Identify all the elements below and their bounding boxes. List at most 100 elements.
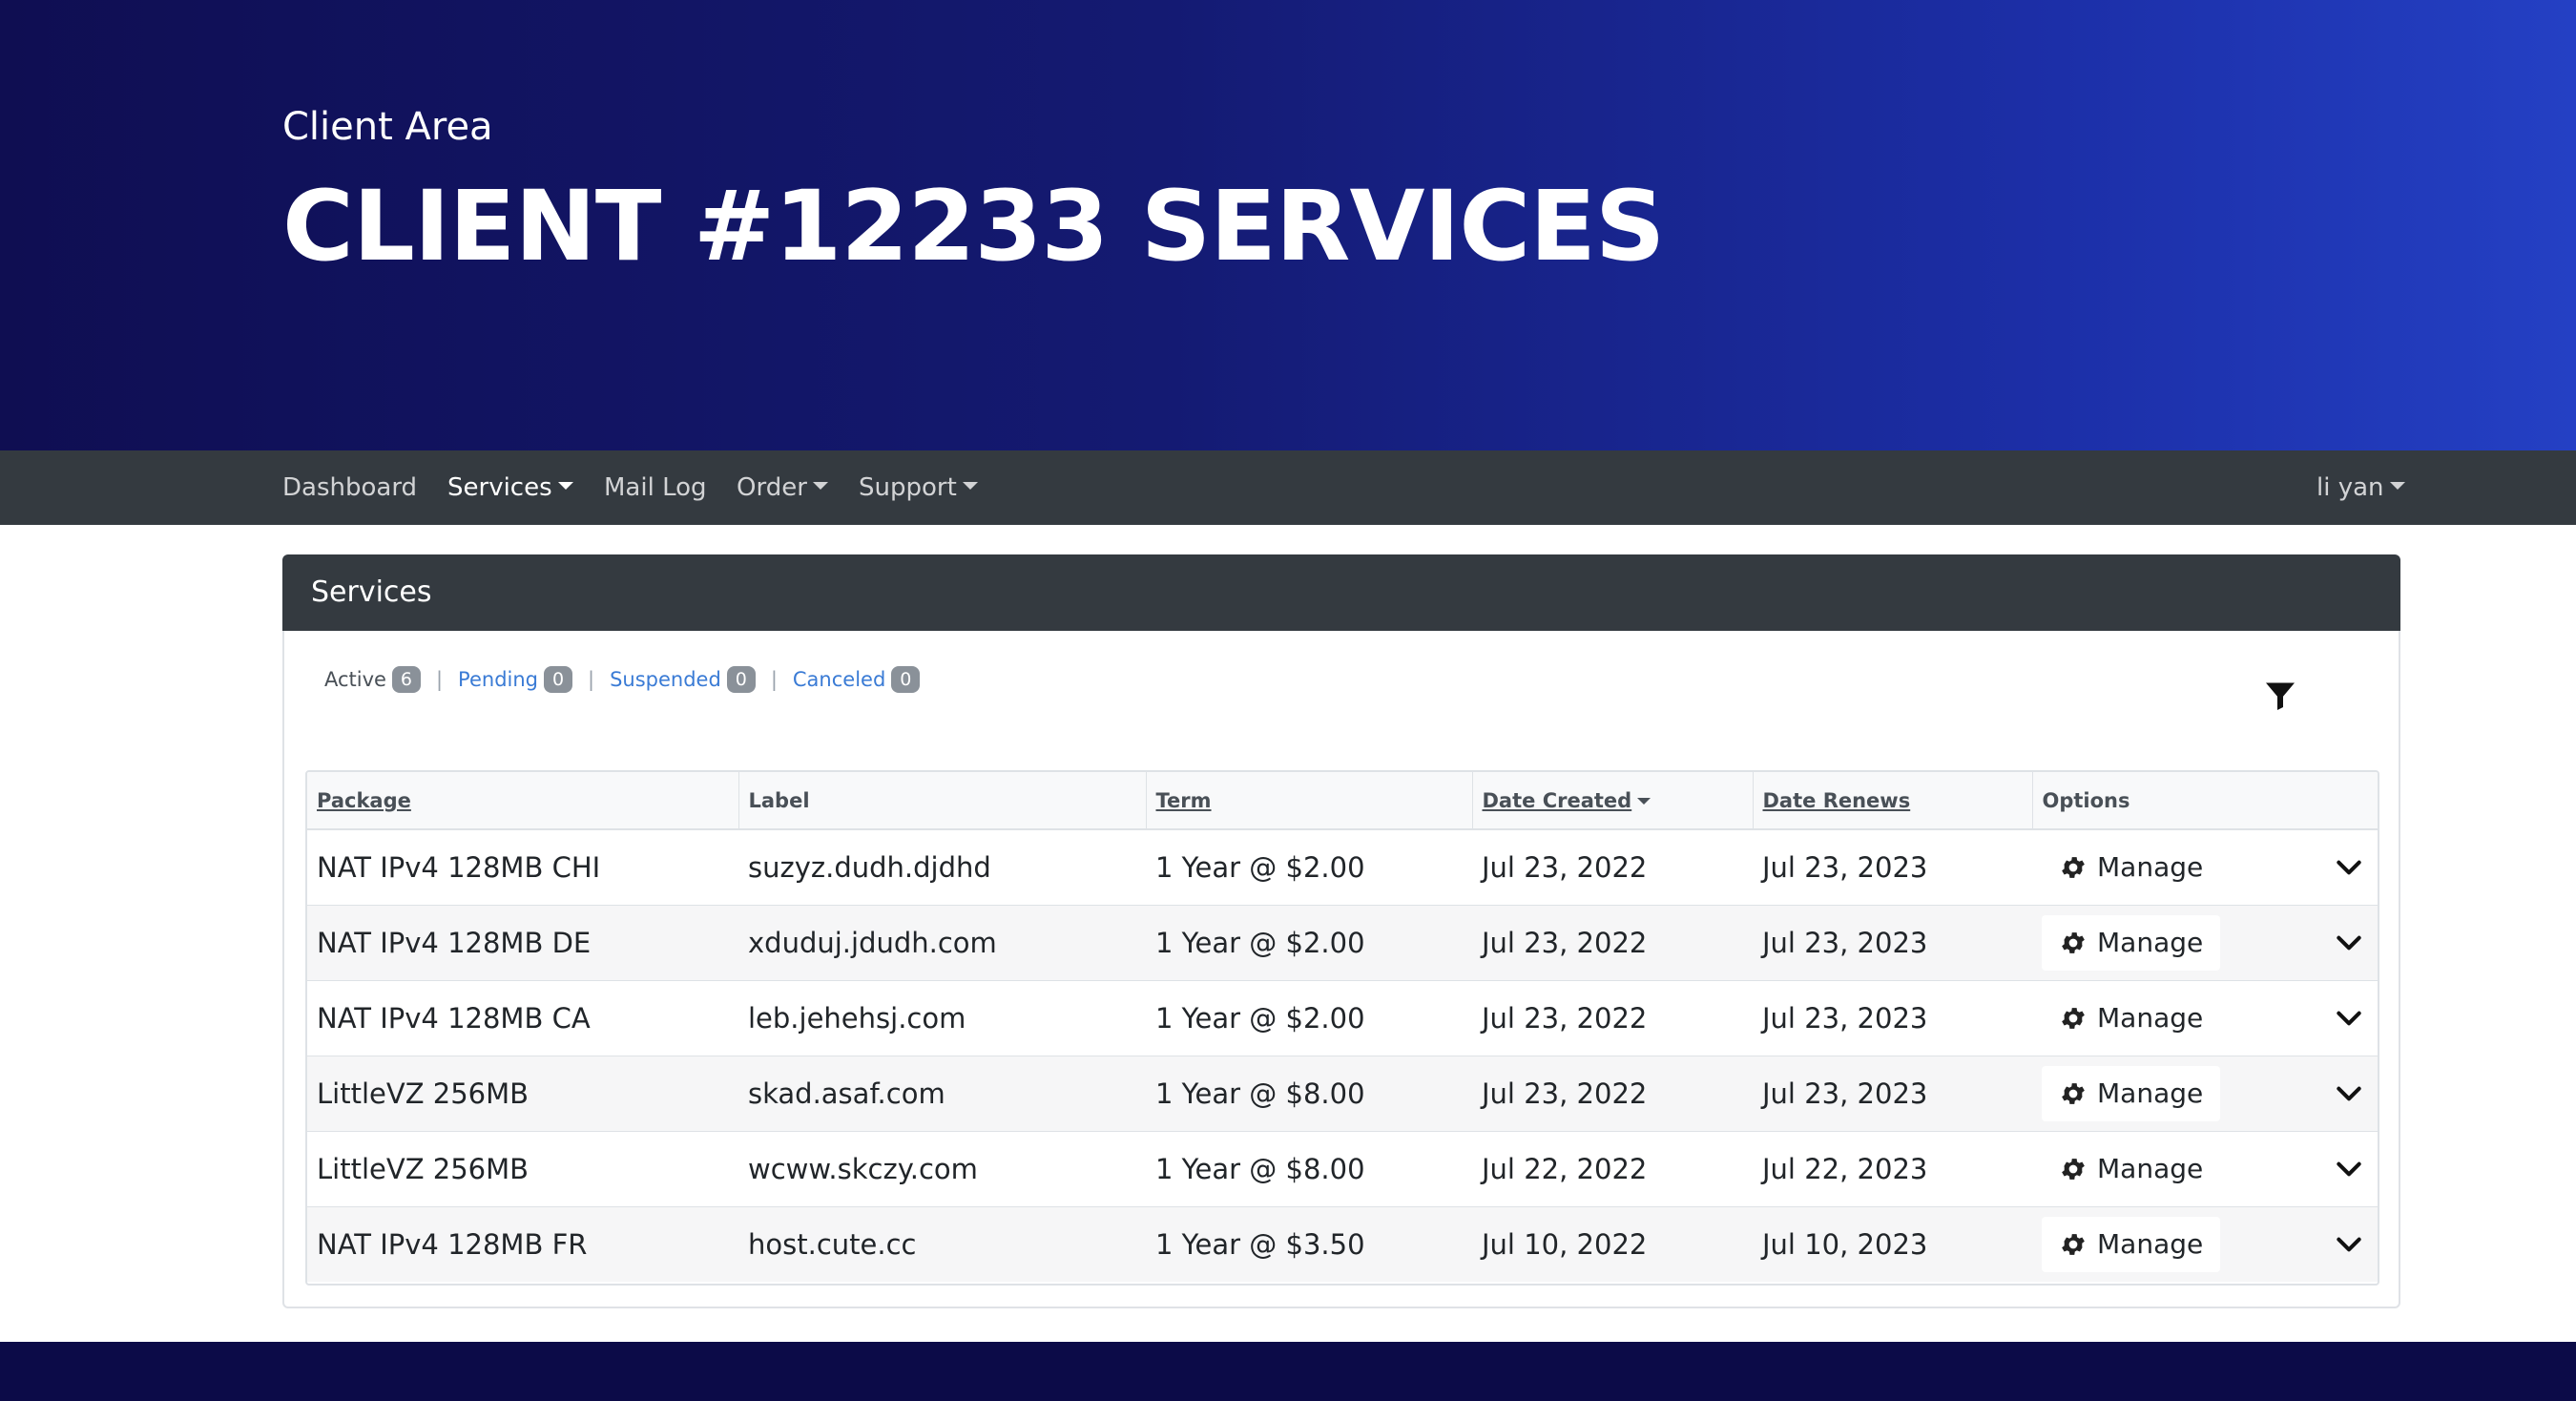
cell-term: 1 Year @ $2.00 [1155, 850, 1365, 884]
cell-label: leb.jehehsj.com [738, 979, 1146, 1056]
header-date-created-label: Date Created [1482, 788, 1632, 812]
chevron-down-icon[interactable] [2334, 1229, 2364, 1260]
gear-icon [2062, 1233, 2085, 1255]
filter-suspended[interactable]: Suspended 0 [610, 666, 756, 693]
cell-term: 1 Year @ $8.00 [1146, 1130, 1472, 1206]
gear-icon [2062, 856, 2085, 878]
cell-package: NAT IPv4 128MB CHI [317, 850, 601, 884]
hero-banner: Client Area CLIENT #12233 SERVICES [0, 0, 2576, 450]
header-term-label: Term [1155, 788, 1212, 812]
filter-pending-label: Pending [458, 668, 538, 691]
header-package-label: Package [317, 788, 411, 812]
cell-package: LittleVZ 256MB [307, 1055, 738, 1131]
chevron-down-icon[interactable] [2334, 1078, 2364, 1109]
filter-icon[interactable] [2263, 679, 2297, 713]
table-row: NAT IPv4 128MB FR host.cute.cc 1 Year @ $3… [307, 1205, 2378, 1282]
cell-created: Jul 23, 2022 [1472, 1055, 1753, 1131]
filter-separator: | [435, 668, 444, 691]
manage-button[interactable]: Manage [2042, 1065, 2221, 1121]
nav-order[interactable]: Order [737, 450, 828, 525]
user-name: li yan [2316, 473, 2384, 502]
manage-button[interactable]: Manage [2042, 991, 2220, 1046]
count-badge: 6 [391, 666, 421, 693]
caret-down-icon [2389, 482, 2405, 490]
card-title: Services [311, 575, 432, 609]
filter-canceled[interactable]: Canceled 0 [792, 666, 921, 693]
filter-active-label: Active [324, 668, 386, 691]
manage-button[interactable]: Manage [2042, 1216, 2221, 1272]
cell-label: xduduj.jdudh.com [738, 904, 1146, 980]
header-date-renews[interactable]: Date Renews [1753, 772, 2033, 830]
cell-term: 1 Year @ $2.00 [1146, 904, 1472, 980]
cell-created: Jul 23, 2022 [1482, 850, 1648, 884]
nav-dashboard[interactable]: Dashboard [282, 450, 417, 525]
cell-options: Manage [2032, 979, 2378, 1056]
nav-dashboard-label: Dashboard [282, 473, 418, 502]
cell-renews: Jul 23, 2023 [1762, 850, 1928, 884]
table-header-row: Package Label Term Date Created Date Ren… [307, 772, 2378, 830]
nav-support-label: Support [859, 473, 957, 502]
cell-package: LittleVZ 256MB [307, 1130, 738, 1206]
cell-options: Manage [2032, 1130, 2378, 1206]
table-row: NAT IPv4 128MB DE xduduj.jdudh.com 1 Year … [307, 904, 2378, 980]
caret-down-icon [812, 482, 828, 490]
manage-button[interactable]: Manage [2042, 914, 2221, 971]
manage-button[interactable]: Manage [2042, 840, 2220, 895]
filter-canceled-label: Canceled [792, 668, 886, 691]
header-term[interactable]: Term [1146, 772, 1473, 830]
services-card: Services Active 6 | Pending 0 | Suspende… [282, 554, 2400, 1308]
cell-package: NAT IPv4 128MB CA [307, 979, 738, 1056]
filter-suspended-label: Suspended [610, 668, 721, 691]
cell-label: suzyz.dudh.djdhd [748, 850, 991, 884]
gear-icon [2062, 1158, 2085, 1180]
caret-down-icon [962, 482, 978, 490]
cell-package: NAT IPv4 128MB DE [307, 904, 738, 980]
hero-subtitle: Client Area [282, 105, 493, 149]
chevron-down-icon[interactable] [2334, 928, 2364, 958]
main-navbar: Dashboard Services Mail Log Order Suppor… [0, 450, 2576, 525]
table-row: NAT IPv4 128MB CHI suzyz.dudh.djdhd 1 Year… [307, 829, 2378, 905]
cell-label: host.cute.cc [738, 1205, 1146, 1282]
nav-support[interactable]: Support [859, 450, 978, 525]
manage-label: Manage [2097, 1002, 2204, 1034]
header-label-label: Label [748, 788, 810, 812]
manage-label: Manage [2097, 927, 2204, 958]
card-header: Services [282, 554, 2400, 631]
cell-renews: Jul 23, 2023 [1753, 904, 2032, 980]
nav-services-label: Services [447, 473, 552, 502]
cell-package: NAT IPv4 128MB FR [307, 1205, 738, 1282]
cell-renews: Jul 23, 2023 [1753, 1055, 2032, 1131]
cell-term: 1 Year @ $2.00 [1146, 979, 1472, 1056]
cell-options: Manage [2032, 904, 2378, 980]
manage-label: Manage [2097, 1077, 2204, 1109]
status-filters: Active 6 | Pending 0 | Suspended 0 | Can… [324, 665, 921, 694]
cell-options: Manage [2032, 1055, 2378, 1131]
table-row: LittleVZ 256MB skad.asaf.com 1 Year @ $8.0… [307, 1055, 2378, 1131]
services-table: Package Label Term Date Created Date Ren… [305, 770, 2379, 1286]
count-badge: 0 [544, 666, 572, 693]
filter-separator: | [770, 668, 778, 691]
table-row: LittleVZ 256MB wcww.skczy.com 1 Year @ $8.… [307, 1130, 2378, 1206]
filter-separator: | [588, 668, 595, 691]
cell-renews: Jul 10, 2023 [1753, 1205, 2032, 1282]
gear-icon [2062, 1082, 2085, 1104]
manage-label: Manage [2097, 1228, 2204, 1261]
chevron-down-icon[interactable] [2334, 1154, 2364, 1184]
user-menu[interactable]: li yan [2316, 450, 2405, 525]
manage-label: Manage [2097, 851, 2204, 884]
header-package[interactable]: Package [307, 772, 739, 830]
count-badge: 0 [726, 666, 756, 693]
cell-label: skad.asaf.com [738, 1055, 1146, 1131]
nav-services[interactable]: Services [447, 450, 573, 525]
table-row: NAT IPv4 128MB CA leb.jehehsj.com 1 Year @… [307, 979, 2378, 1056]
filter-pending[interactable]: Pending 0 [458, 666, 572, 693]
chevron-down-icon[interactable] [2334, 1003, 2364, 1034]
header-date-renews-label: Date Renews [1762, 788, 1911, 812]
cell-options: Manage [2032, 1205, 2378, 1282]
nav-mail-log[interactable]: Mail Log [604, 450, 707, 525]
cell-created: Jul 23, 2022 [1472, 904, 1753, 980]
cell-created: Jul 10, 2022 [1472, 1205, 1753, 1282]
chevron-down-icon[interactable] [2334, 852, 2364, 883]
manage-button[interactable]: Manage [2042, 1141, 2220, 1197]
header-date-created[interactable]: Date Created [1472, 772, 1754, 830]
